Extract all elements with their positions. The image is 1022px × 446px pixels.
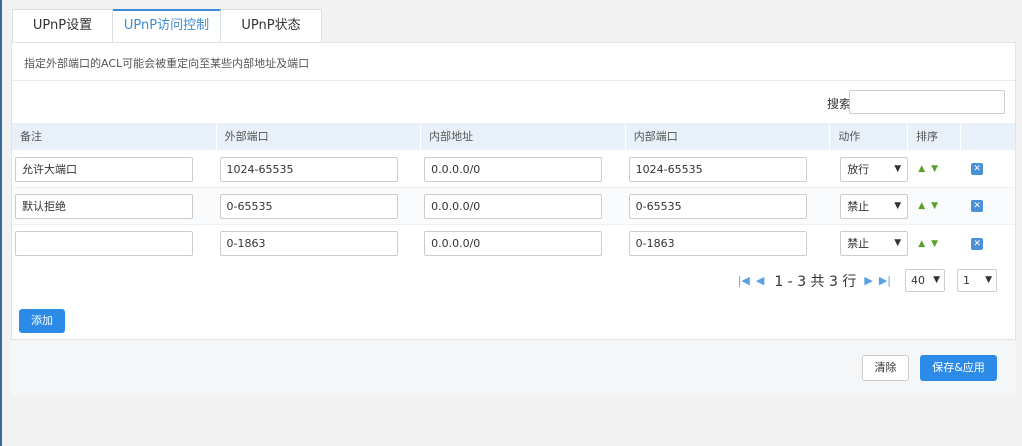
delete-icon[interactable]: ✕ (971, 200, 984, 212)
page-size-value: 40 (911, 274, 925, 287)
caret-down-icon: ▼ (894, 238, 902, 248)
tab-bar: UPnP设置 UPnP访问控制 UPnP状态 (12, 9, 322, 43)
column-internal-port: 内部端口 (626, 123, 831, 150)
hint-text: 指定外部端口的ACL可能会被重定向至某些内部地址及端口 (12, 43, 1015, 81)
remark-cell (12, 231, 217, 256)
delete-cell: ✕ (961, 237, 1015, 250)
column-action: 动作 (830, 123, 909, 150)
action-select[interactable]: 放行 ▼ (840, 156, 909, 182)
table-row: 允许大端口 1024-65535 0.0.0.0/0 1024-65535 放行… (12, 151, 1015, 188)
column-order: 排序 (908, 123, 962, 150)
save-apply-button[interactable]: 保存&应用 (920, 355, 997, 381)
internal-port-input[interactable]: 1024-65535 (628, 156, 807, 182)
internal-address-input[interactable]: 0.0.0.0/0 (424, 231, 603, 256)
action-select[interactable]: 禁止 ▼ (840, 193, 909, 219)
order-cell: ▲▼ (908, 239, 961, 249)
page-value: 1 (963, 274, 970, 287)
delete-icon[interactable]: ✕ (971, 163, 984, 175)
int-addr-cell: 0.0.0.0/0 (421, 156, 626, 182)
int-port-cell: 0-65535 (626, 193, 831, 219)
tab-upnp-status[interactable]: UPnP状态 (221, 9, 322, 42)
delete-cell: ✕ (961, 200, 1015, 212)
internal-address-input[interactable]: 0.0.0.0/0 (424, 193, 603, 219)
column-delete (961, 123, 1015, 150)
clear-button[interactable]: 清除 (862, 355, 909, 381)
table-header: 备注 外部端口 内部地址 内部端口 动作 排序 (12, 123, 1015, 150)
page-select[interactable]: 1 ▼ (957, 269, 997, 292)
pagination: |◀ ◀ 1 - 3 共 3 行 ▶ ▶| 40 ▼ 1 ▼ (738, 269, 997, 292)
move-up-down-icon[interactable]: ▲▼ (918, 164, 944, 174)
remark-input[interactable]: 允许大端口 (15, 156, 193, 182)
next-page-icon[interactable]: ▶ (864, 274, 872, 287)
ext-port-cell: 0-65535 (217, 193, 422, 219)
move-up-down-icon[interactable]: ▲▼ (918, 239, 944, 249)
page-size-select[interactable]: 40 ▼ (905, 269, 945, 292)
action-cell: 放行 ▼ (830, 156, 909, 182)
int-addr-cell: 0.0.0.0/0 (421, 231, 626, 256)
ext-port-cell: 0-1863 (217, 231, 422, 256)
action-value: 禁止 (847, 237, 870, 250)
table-row: 0-1863 0.0.0.0/0 0-1863 禁止 ▼ ▲▼ ✕ (12, 225, 1015, 262)
external-port-input[interactable]: 0-65535 (219, 193, 398, 219)
int-port-cell: 0-1863 (626, 231, 831, 256)
prev-page-icon[interactable]: ◀ (756, 274, 764, 287)
caret-down-icon: ▼ (933, 275, 940, 285)
caret-down-icon: ▼ (985, 275, 992, 285)
last-page-icon[interactable]: ▶| (879, 274, 891, 287)
action-select[interactable]: 禁止 ▼ (840, 231, 909, 256)
pagination-summary: 1 - 3 共 3 行 (774, 273, 857, 290)
caret-down-icon: ▼ (894, 163, 902, 174)
internal-address-input[interactable]: 0.0.0.0/0 (424, 156, 603, 182)
external-port-input[interactable]: 0-1863 (219, 231, 398, 256)
add-button[interactable]: 添加 (19, 309, 65, 333)
order-cell: ▲▼ (908, 164, 961, 174)
action-cell: 禁止 ▼ (830, 193, 909, 219)
action-value: 禁止 (847, 199, 870, 213)
tab-upnp-settings[interactable]: UPnP设置 (12, 9, 113, 42)
column-external-port: 外部端口 (217, 123, 422, 150)
remark-input[interactable] (15, 231, 193, 256)
internal-port-input[interactable]: 0-1863 (628, 231, 807, 256)
int-port-cell: 1024-65535 (626, 156, 831, 182)
tab-upnp-access-control[interactable]: UPnP访问控制 (113, 9, 221, 43)
delete-cell: ✕ (961, 163, 1015, 175)
action-cell: 禁止 ▼ (830, 231, 909, 256)
first-page-icon[interactable]: |◀ (738, 274, 750, 287)
caret-down-icon: ▼ (894, 200, 902, 211)
remark-cell: 允许大端口 (12, 156, 217, 182)
search-input[interactable] (849, 90, 1005, 114)
remark-input[interactable]: 默认拒绝 (15, 193, 193, 219)
ext-port-cell: 1024-65535 (217, 156, 422, 182)
action-value: 放行 (847, 162, 870, 176)
internal-port-input[interactable]: 0-65535 (628, 193, 807, 219)
external-port-input[interactable]: 1024-65535 (219, 156, 398, 182)
int-addr-cell: 0.0.0.0/0 (421, 193, 626, 219)
order-cell: ▲▼ (908, 201, 961, 211)
delete-icon[interactable]: ✕ (971, 237, 984, 250)
remark-cell: 默认拒绝 (12, 193, 217, 219)
column-internal-address: 内部地址 (421, 123, 626, 150)
acl-panel: 指定外部端口的ACL可能会被重定向至某些内部地址及端口 搜索: 备注 外部端口 … (11, 42, 1016, 340)
column-remark: 备注 (12, 123, 217, 150)
table-row: 默认拒绝 0-65535 0.0.0.0/0 0-65535 禁止 ▼ ▲▼ ✕ (12, 188, 1015, 225)
move-up-down-icon[interactable]: ▲▼ (918, 201, 944, 211)
left-edge-bar (0, 0, 2, 446)
